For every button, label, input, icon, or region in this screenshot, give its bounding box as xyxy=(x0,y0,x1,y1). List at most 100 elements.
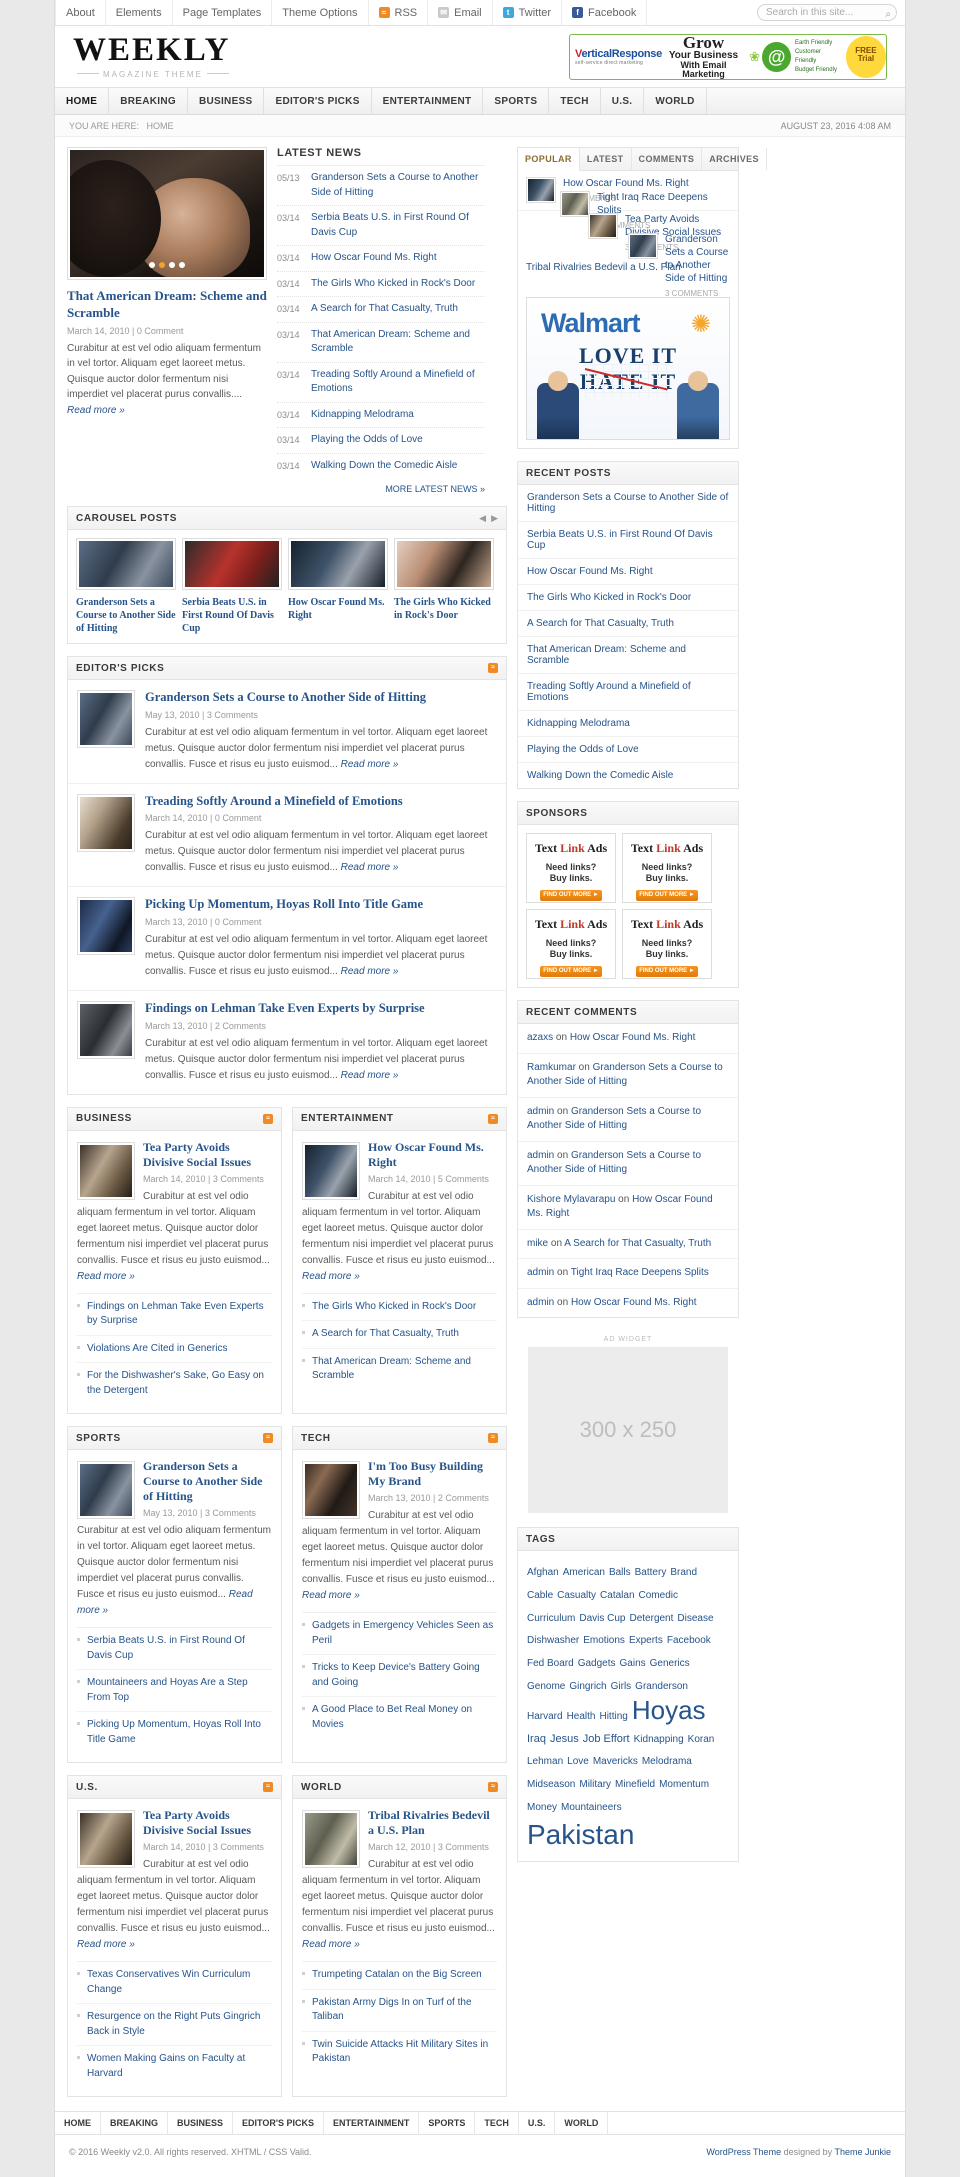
tag-link[interactable]: Experts xyxy=(629,1631,663,1650)
slider-dot-2[interactable] xyxy=(159,262,165,268)
list-item[interactable]: 03/14 How Oscar Found Ms. Right xyxy=(277,246,485,272)
list-item[interactable]: Serbia Beats U.S. in First Round Of Davi… xyxy=(518,522,738,559)
tag-link[interactable]: Money xyxy=(527,1798,557,1817)
sponsor-tile[interactable]: Text Link Ads Need links? Buy links. FIND O… xyxy=(622,909,712,979)
tag-link[interactable]: Koran xyxy=(688,1730,715,1749)
post-thumb[interactable] xyxy=(302,1141,360,1200)
tag-link[interactable]: Minefield xyxy=(615,1775,655,1794)
list-item[interactable]: Treading Softly Around a Minefield of Em… xyxy=(68,784,506,888)
item-link[interactable]: Women Making Gains on Faculty at Harvard xyxy=(87,2053,245,2079)
list-item[interactable]: 03/14 That American Dream: Scheme and Scr… xyxy=(277,323,485,363)
tag-link[interactable]: Gingrich xyxy=(569,1677,606,1696)
tag-link[interactable]: Harvard xyxy=(527,1707,563,1726)
comment-post[interactable]: How Oscar Found Ms. Right xyxy=(571,1297,697,1308)
item-link[interactable]: That American Dream: Scheme and Scramble xyxy=(312,1356,471,1382)
list-item[interactable]: Resurgence on the Right Puts Gingrich Ba… xyxy=(77,2004,272,2046)
nav-business[interactable]: BUSINESS xyxy=(188,88,265,114)
list-item[interactable]: 05/13 Granderson Sets a Course to Another… xyxy=(277,166,485,206)
read-more-link[interactable]: Read more » xyxy=(302,1590,360,1601)
comment-author[interactable]: Ramkumar xyxy=(527,1062,576,1073)
tag-link[interactable]: Battery xyxy=(635,1563,667,1582)
credit-theme-junkie[interactable]: Theme Junkie xyxy=(834,2147,891,2157)
item-link[interactable]: A Search for That Casualty, Truth xyxy=(312,1328,459,1339)
item-link[interactable]: How Oscar Found Ms. Right xyxy=(311,251,437,266)
list-item[interactable]: How Oscar Found Ms. Right xyxy=(518,559,738,585)
tag-link[interactable]: Kidnapping xyxy=(634,1730,684,1749)
search-icon[interactable]: ⌕ xyxy=(885,7,891,22)
topnav-facebook[interactable]: f Facebook xyxy=(562,0,648,25)
rss-icon[interactable]: ≈ xyxy=(488,663,498,673)
list-item[interactable]: That American Dream: Scheme and Scramble xyxy=(302,1349,497,1390)
list-item[interactable]: Picking Up Momentum, Hoyas Roll Into Tit… xyxy=(77,1712,272,1753)
post-thumb[interactable] xyxy=(77,1000,135,1059)
tag-link[interactable]: Comedic xyxy=(639,1586,678,1605)
tab-comments[interactable]: COMMENTS xyxy=(632,148,703,170)
rss-icon[interactable]: ≈ xyxy=(488,1433,498,1443)
tag-link[interactable]: Midseason xyxy=(527,1775,575,1794)
slider-dot-1[interactable] xyxy=(149,262,155,268)
slider-dot-3[interactable] xyxy=(169,262,175,268)
item-link[interactable]: That American Dream: Scheme and Scramble xyxy=(527,644,686,666)
item-link[interactable]: Playing the Odds of Love xyxy=(311,433,423,448)
carousel-item-title[interactable]: Granderson Sets a Course to Another Side… xyxy=(76,596,176,635)
item-link[interactable]: Texas Conservatives Win Curriculum Chang… xyxy=(87,1969,250,1995)
list-item[interactable]: Granderson Sets a Course to Another Side… xyxy=(518,485,738,522)
post-thumb[interactable] xyxy=(77,1141,135,1200)
carousel-item-title[interactable]: The Girls Who Kicked in Rock's Door xyxy=(394,596,494,622)
read-more-link[interactable]: Read more » xyxy=(341,1070,399,1081)
list-item[interactable]: Pakistan Army Digs In on Turf of the Tal… xyxy=(302,1990,497,2032)
item-link[interactable]: For the Dishwasher's Sake, Go Easy on th… xyxy=(87,1370,264,1396)
item-link[interactable]: How Oscar Found Ms. Right xyxy=(527,566,653,577)
topnav-email[interactable]: ✉ Email xyxy=(428,0,493,25)
carousel-item[interactable]: The Girls Who Kicked in Rock's Door xyxy=(394,538,494,635)
list-item[interactable]: 03/14 The Girls Who Kicked in Rock's Door xyxy=(277,272,485,297)
tag-link[interactable]: Fed Board xyxy=(527,1654,574,1673)
tag-link[interactable]: Pakistan xyxy=(527,1818,634,1852)
item-link[interactable]: The Girls Who Kicked in Rock's Door xyxy=(311,277,475,292)
nav-breaking[interactable]: BREAKING xyxy=(109,88,188,114)
carousel-thumb[interactable] xyxy=(76,538,176,590)
tag-link[interactable]: Gadgets xyxy=(578,1654,616,1673)
item-link[interactable]: Walking Down the Comedic Aisle xyxy=(527,770,673,781)
topnav-elements[interactable]: Elements xyxy=(106,0,173,25)
comment-post[interactable]: How Oscar Found Ms. Right xyxy=(570,1032,696,1043)
list-item[interactable]: Kishore Mylavarapu on How Oscar Found Ms… xyxy=(518,1186,738,1230)
comment-author[interactable]: admin xyxy=(527,1297,554,1308)
item-link[interactable]: Findings on Lehman Take Even Experts by … xyxy=(87,1301,264,1327)
carousel-item-title[interactable]: How Oscar Found Ms. Right xyxy=(288,596,388,622)
item-link[interactable]: Trumpeting Catalan on the Big Screen xyxy=(312,1969,482,1980)
item-link[interactable]: Tribal Rivalries Bedevil a U.S. Plan xyxy=(526,261,681,274)
tag-link[interactable]: Disease xyxy=(677,1609,713,1628)
tag-link[interactable]: Melodrama xyxy=(642,1752,692,1771)
rss-icon[interactable]: ≈ xyxy=(263,1433,273,1443)
list-item[interactable]: 03/14 Treading Softly Around a Minefield … xyxy=(277,363,485,403)
list-item[interactable]: admin on Tight Iraq Race Deepens Splits xyxy=(518,1259,738,1289)
tag-link[interactable]: Girls xyxy=(611,1677,632,1696)
read-more-link[interactable]: Read more » xyxy=(341,759,399,770)
list-item[interactable]: Treading Softly Around a Minefield of Em… xyxy=(518,674,738,711)
rss-icon[interactable]: ≈ xyxy=(488,1782,498,1792)
item-link[interactable]: A Search for That Casualty, Truth xyxy=(527,618,674,629)
carousel-item[interactable]: How Oscar Found Ms. Right xyxy=(288,538,388,635)
tag-link[interactable]: Mountaineers xyxy=(561,1798,622,1817)
list-item[interactable]: Playing the Odds of Love xyxy=(518,737,738,763)
carousel-next-icon[interactable]: ▶ xyxy=(491,513,498,524)
tag-link[interactable]: Jesus xyxy=(550,1729,579,1750)
tag-link[interactable]: Casualty xyxy=(557,1586,596,1605)
list-item[interactable]: 03/14 Playing the Odds of Love xyxy=(277,428,485,454)
item-link[interactable]: Kidnapping Melodrama xyxy=(527,718,630,729)
credit-wordpress-theme[interactable]: WordPress Theme xyxy=(706,2147,781,2157)
featured-slider[interactable]: That American Dream: Scheme and Scramble… xyxy=(67,147,267,494)
comment-author[interactable]: azaxs xyxy=(527,1032,553,1043)
item-link[interactable]: A Search for That Casualty, Truth xyxy=(311,302,458,317)
item-link[interactable]: Mountaineers and Hoyas Are a Step From T… xyxy=(87,1677,248,1703)
list-item[interactable]: Serbia Beats U.S. in First Round Of Davi… xyxy=(77,1628,272,1670)
tag-link[interactable]: Cable xyxy=(527,1586,553,1605)
sponsor-button[interactable]: FIND OUT MORE ► xyxy=(540,965,602,977)
slider-dots[interactable] xyxy=(68,257,266,271)
item-link[interactable]: Treading Softly Around a Minefield of Em… xyxy=(527,681,691,703)
footer-nav-business[interactable]: BUSINESS xyxy=(168,2112,234,2134)
tab-archives[interactable]: ARCHIVES xyxy=(702,148,767,170)
item-link[interactable]: A Good Place to Bet Real Money on Movies xyxy=(312,1704,472,1730)
tag-link[interactable]: Balls xyxy=(609,1563,631,1582)
